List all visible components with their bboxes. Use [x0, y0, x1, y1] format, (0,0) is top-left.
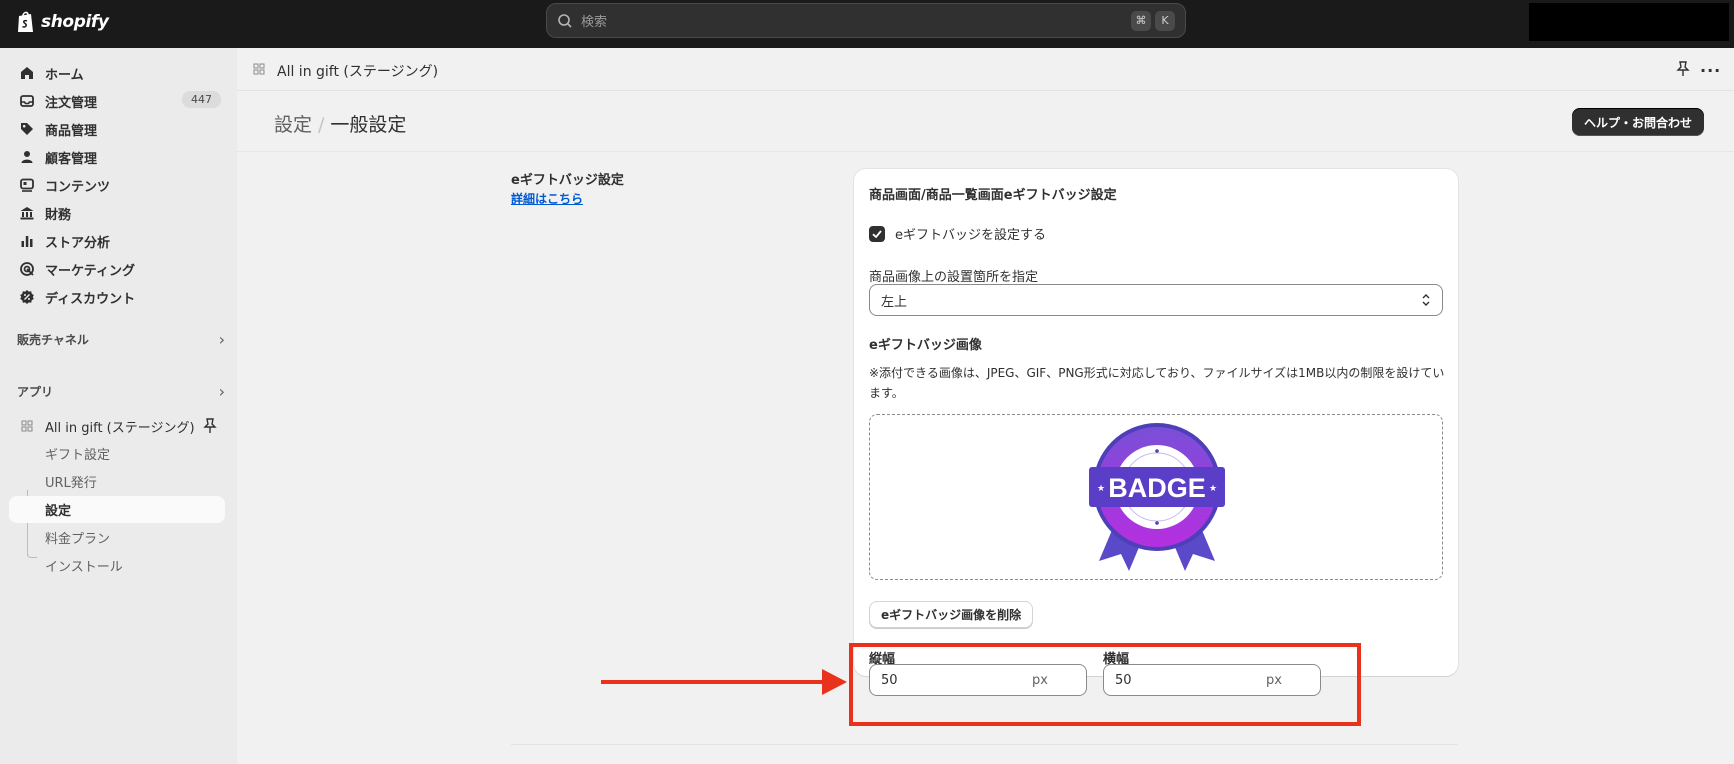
sales-channels-section[interactable]: 販売チャネル ›: [17, 330, 225, 349]
sidebar-item-label: 商品管理: [45, 123, 98, 139]
annotation-arrow-shaft: [601, 680, 826, 684]
account-menu[interactable]: [1529, 3, 1729, 41]
more-options-icon[interactable]: ···: [1700, 61, 1721, 80]
search-placeholder: 検索: [581, 15, 608, 30]
search-icon: [558, 13, 572, 28]
help-contact-button[interactable]: ヘルプ・お問合わせ: [1572, 108, 1705, 136]
app-icon: [253, 63, 265, 75]
breadcrumb: 設定 / 一般設定: [274, 110, 406, 137]
top-bar: shopify 検索 ⌘ K: [0, 0, 1734, 48]
position-value: 左上: [881, 294, 908, 310]
sidebar-item-label: コンテンツ: [45, 179, 111, 195]
search-bar[interactable]: 検索 ⌘ K: [546, 3, 1186, 38]
badge-enable-label: eギフトバッジを設定する: [895, 228, 1046, 243]
position-label: 商品画像上の設置箇所を指定: [869, 270, 1039, 285]
chevron-right-icon: ›: [218, 330, 225, 349]
sidebar-item-analytics[interactable]: ストア分析: [9, 228, 225, 254]
sidebar-item-discounts[interactable]: ディスカウント: [9, 284, 225, 310]
sales-channels-label: 販売チャネル: [17, 333, 89, 347]
card-title: 商品画面/商品一覧画面eギフトバッジ設定: [869, 188, 1117, 203]
badge-enable-checkbox[interactable]: [869, 225, 885, 242]
sidebar-item-label: 財務: [45, 207, 72, 223]
inbox-icon: [20, 95, 34, 107]
sidebar-item-label: マーケティング: [45, 263, 135, 279]
sidebar-item-finance[interactable]: 財務: [9, 200, 225, 226]
section-title: eギフトバッジ設定: [511, 173, 624, 188]
sidebar-item-content[interactable]: コンテンツ: [9, 172, 225, 198]
annotation-arrow-head: [822, 669, 847, 695]
details-link[interactable]: 詳細はこちら: [511, 190, 583, 207]
sidebar-subitem-url[interactable]: URL発行: [9, 468, 225, 495]
page-header: [237, 92, 1734, 152]
content-icon: [20, 178, 34, 192]
sidebar-item-customers[interactable]: 顧客管理: [9, 144, 225, 170]
badge-enable-row[interactable]: eギフトバッジを設定する: [869, 224, 1046, 243]
svg-text:★: ★: [1097, 483, 1105, 493]
check-icon: [872, 229, 882, 238]
sidebar: ホーム 注文管理 447 商品管理 顧客管理 コンテンツ 財務 ストア分析 マー…: [0, 48, 237, 764]
sidebar-item-products[interactable]: 商品管理: [9, 116, 225, 142]
sidebar-subitem-install[interactable]: インストール: [9, 552, 225, 579]
page-title: 一般設定: [330, 114, 407, 136]
pin-icon[interactable]: [203, 418, 217, 434]
discount-icon: [20, 290, 34, 304]
apps-label: アプリ: [17, 385, 54, 399]
bank-icon: [20, 207, 34, 220]
sidebar-item-label: ホーム: [45, 67, 84, 83]
sidebar-item-home[interactable]: ホーム: [9, 60, 225, 86]
sidebar-item-marketing[interactable]: マーケティング: [9, 256, 225, 282]
annotation-highlight-box: [849, 643, 1361, 726]
breadcrumb-separator: /: [318, 114, 325, 136]
target-icon: [20, 262, 34, 276]
sidebar-item-app[interactable]: All in gift (ステージング): [9, 413, 225, 439]
svg-text:★: ★: [1209, 483, 1217, 493]
app-icon: [21, 420, 33, 432]
badge-image: ★ ★ BADGE: [1089, 423, 1225, 571]
select-chevron-icon: [1422, 294, 1430, 306]
sidebar-item-label: 顧客管理: [45, 151, 98, 167]
app-name: All in gift (ステージング): [45, 420, 195, 436]
home-icon: [21, 67, 33, 79]
image-section-title: eギフトバッジ画像: [869, 338, 982, 353]
app-title: All in gift (ステージング): [277, 64, 439, 80]
sidebar-item-label: ディスカウント: [45, 291, 136, 307]
orders-count-badge: 447: [182, 91, 221, 108]
person-icon: [21, 151, 33, 163]
section-divider: [511, 744, 1458, 745]
breadcrumb-parent[interactable]: 設定: [274, 114, 312, 136]
sidebar-subitem-pricing[interactable]: 料金プラン: [9, 524, 225, 551]
shopify-bag-icon: [18, 11, 33, 32]
app-bar: All in gift (ステージング) ···: [237, 48, 1734, 91]
brand-name: shopify: [41, 12, 109, 32]
shortcut-key-cmd: ⌘: [1131, 10, 1151, 31]
bar-chart-icon: [21, 236, 33, 247]
apps-section[interactable]: アプリ ›: [17, 382, 225, 401]
pin-icon[interactable]: [1675, 61, 1691, 77]
sidebar-item-label: ストア分析: [45, 235, 111, 251]
sidebar-subitem-gift-settings[interactable]: ギフト設定: [9, 440, 225, 467]
sidebar-item-orders[interactable]: 注文管理 447: [9, 88, 225, 114]
image-dropzone[interactable]: ★ ★ BADGE: [869, 414, 1443, 580]
position-select[interactable]: 左上: [869, 284, 1443, 316]
badge-settings-card: 商品画面/商品一覧画面eギフトバッジ設定 eギフトバッジを設定する 商品画像上の…: [854, 169, 1458, 696]
shopify-logo[interactable]: shopify: [16, 10, 109, 34]
tag-icon: [21, 123, 33, 135]
badge-text: BADGE: [1108, 473, 1206, 503]
image-note: ※添付できる画像は、JPEG、GIF、PNG形式に対応しており、ファイルサイズは…: [869, 366, 1445, 400]
sidebar-subitem-settings[interactable]: 設定: [9, 496, 225, 523]
delete-badge-image-button[interactable]: eギフトバッジ画像を削除: [869, 601, 1034, 628]
shortcut-key-k: K: [1155, 10, 1175, 31]
sidebar-item-label: 注文管理: [45, 95, 98, 111]
chevron-right-icon: ›: [218, 382, 225, 401]
